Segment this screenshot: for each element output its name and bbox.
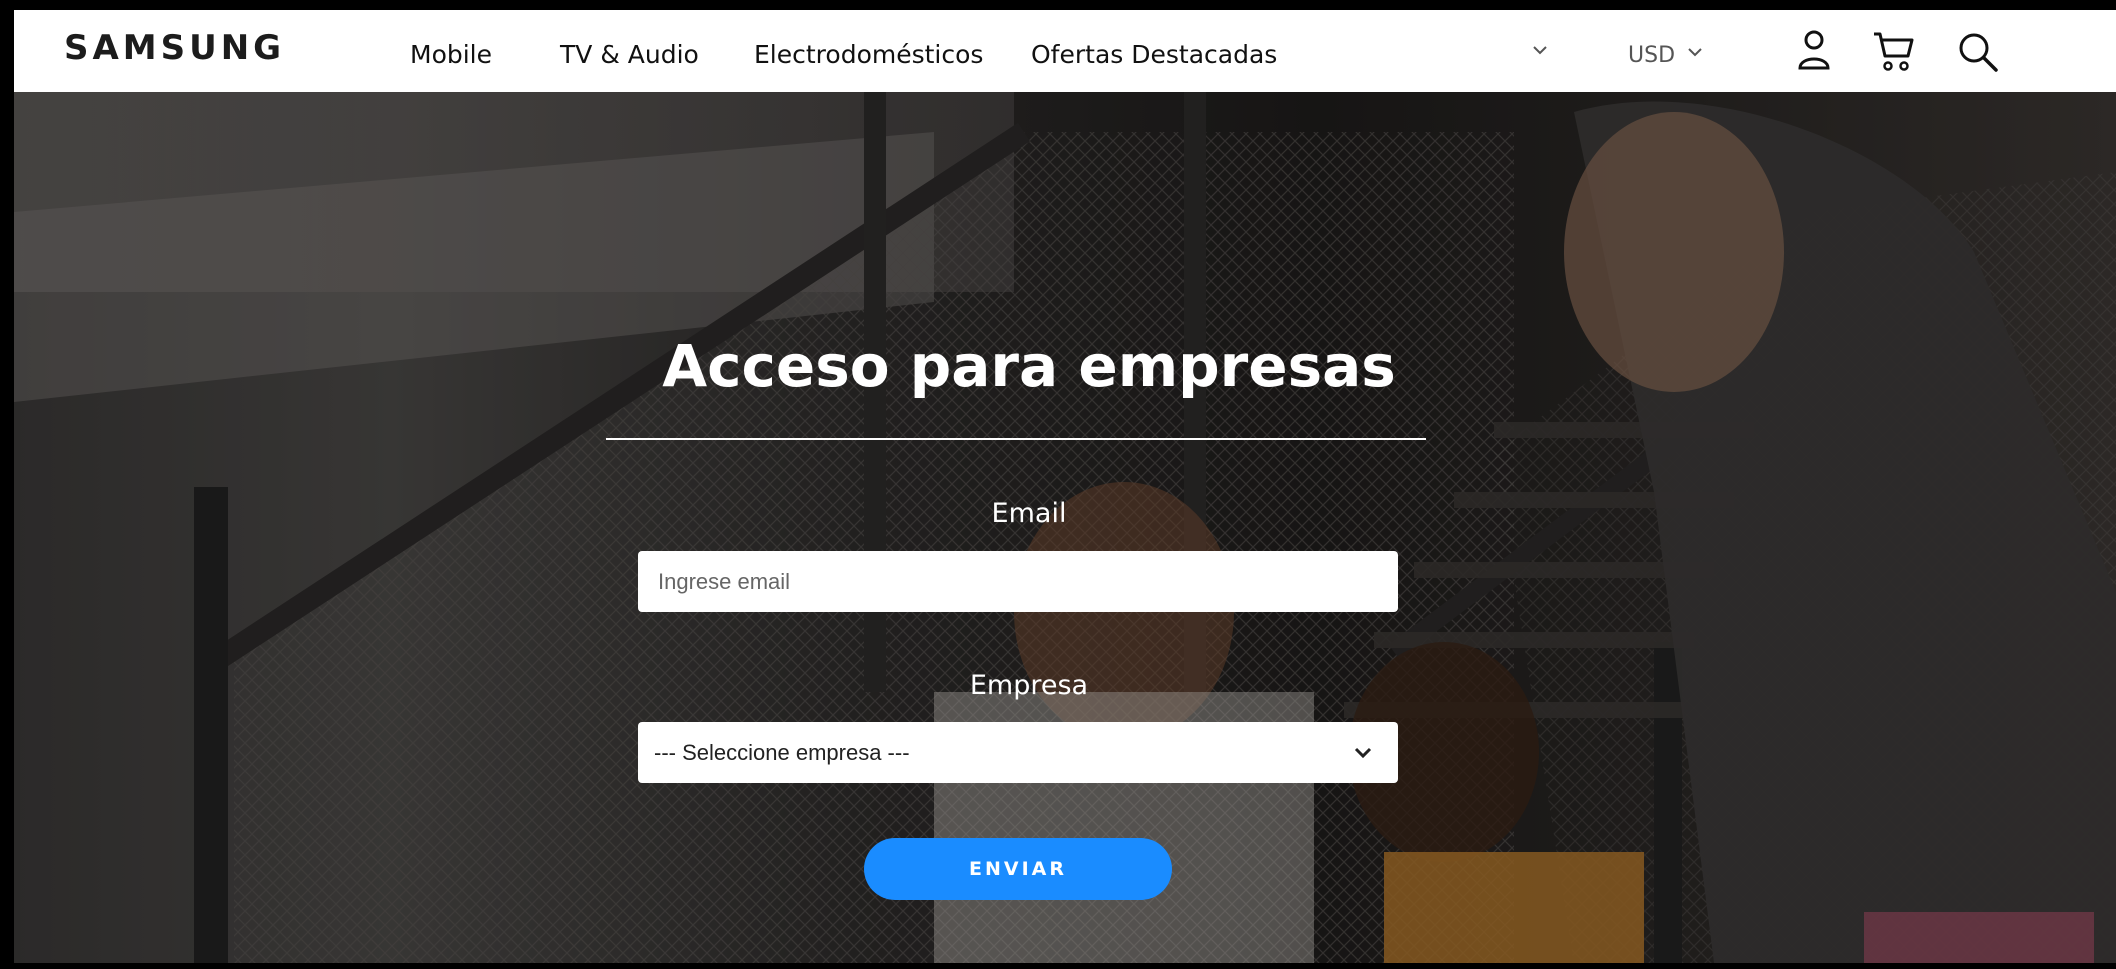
- email-label: Email: [991, 498, 1067, 529]
- title-divider: [606, 438, 1426, 440]
- nav-item-mobile[interactable]: Mobile: [410, 40, 492, 69]
- currency-label: USD: [1628, 42, 1676, 68]
- page-title: Acceso para empresas: [662, 332, 1396, 400]
- search-icon[interactable]: [1954, 28, 2002, 81]
- nav-item-electrodomesticos[interactable]: Electrodomésticos: [754, 40, 983, 69]
- hero-section: Acceso para empresas Email Empresa --- S…: [14, 92, 2116, 963]
- nav-item-tv-audio[interactable]: TV & Audio: [560, 40, 699, 69]
- submit-button[interactable]: ENVIAR: [864, 838, 1172, 900]
- nav-item-ofertas[interactable]: Ofertas Destacadas: [1031, 40, 1277, 69]
- company-label: Empresa: [969, 670, 1089, 701]
- page-frame: SAMSUNG Mobile TV & Audio Electrodomésti…: [0, 0, 2116, 969]
- chevron-down-icon: [1352, 742, 1374, 770]
- chevron-down-icon[interactable]: [1530, 40, 1550, 65]
- email-input[interactable]: [638, 551, 1398, 612]
- samsung-logo[interactable]: SAMSUNG: [64, 28, 285, 68]
- currency-selector[interactable]: USD: [1628, 42, 1705, 68]
- user-icon[interactable]: [1794, 26, 1834, 79]
- site-header: SAMSUNG Mobile TV & Audio Electrodomésti…: [14, 10, 2116, 92]
- chevron-down-icon: [1685, 42, 1705, 68]
- cart-icon[interactable]: [1870, 28, 1918, 81]
- company-select-value: --- Seleccione empresa ---: [654, 739, 910, 765]
- company-select[interactable]: --- Seleccione empresa ---: [638, 722, 1398, 783]
